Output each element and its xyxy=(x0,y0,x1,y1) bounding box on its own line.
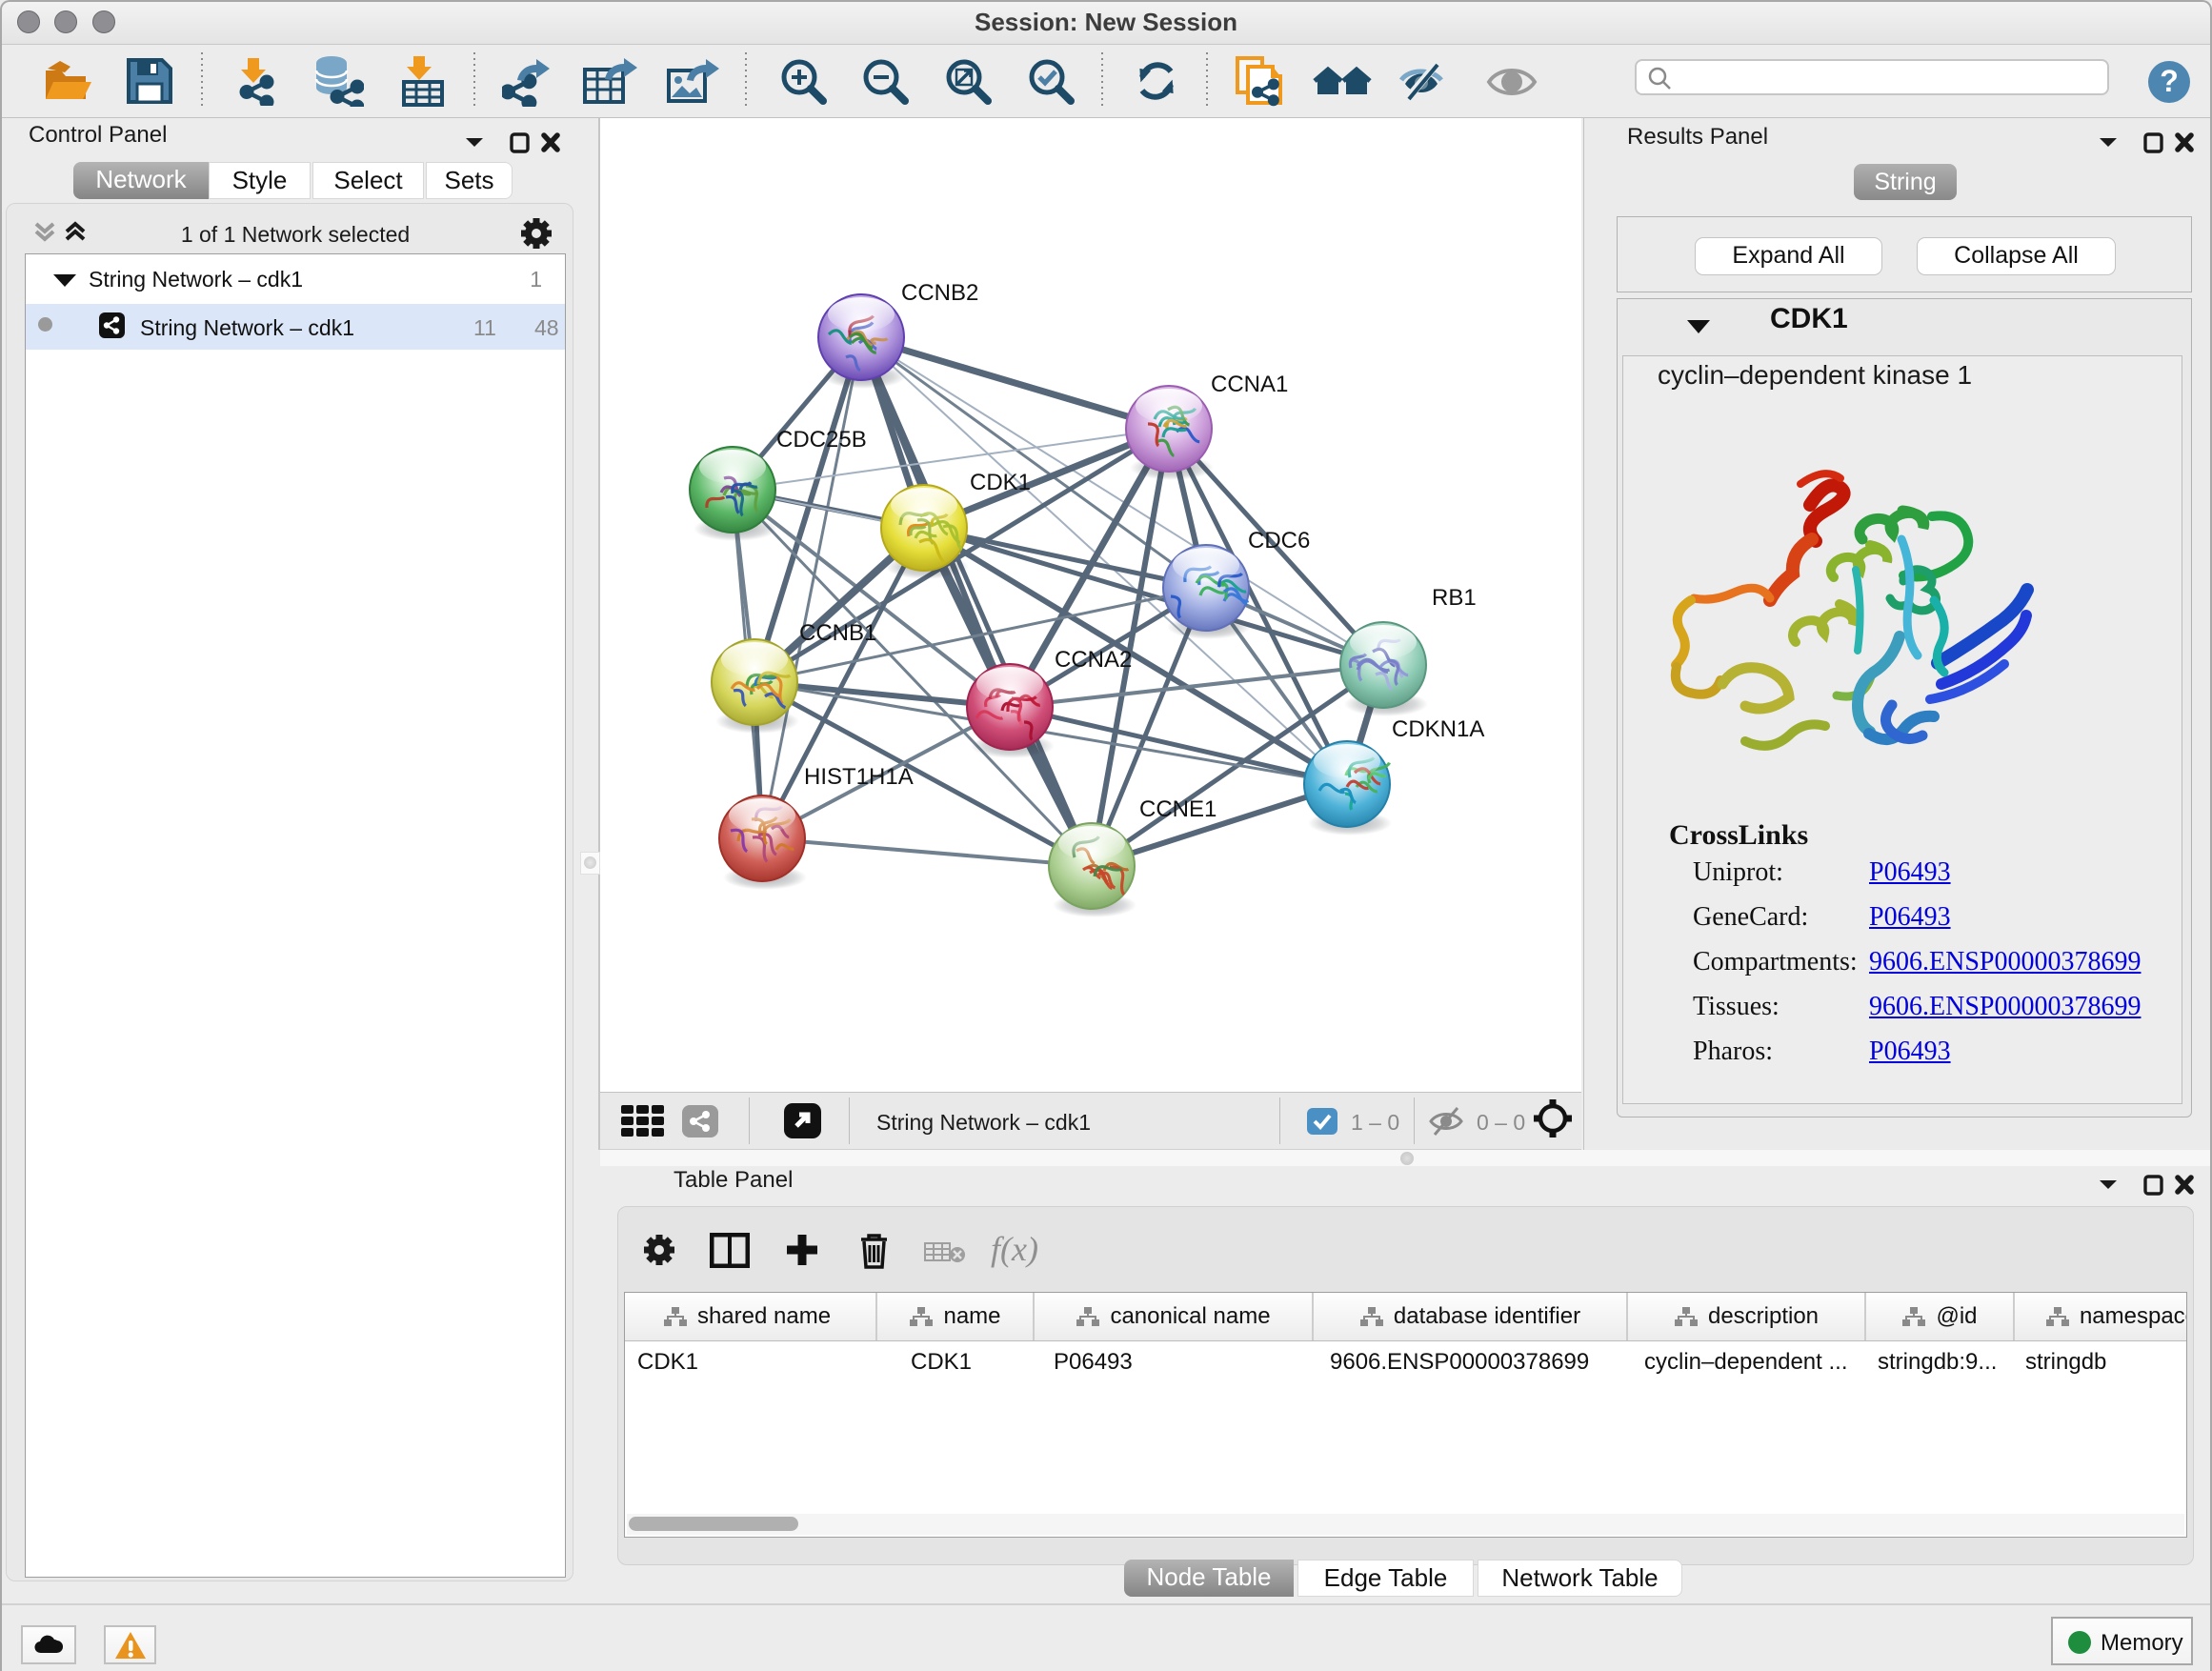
svg-text:CDC6: CDC6 xyxy=(1248,528,1310,554)
svg-text:CDC25B: CDC25B xyxy=(776,427,867,453)
svg-text:RB1: RB1 xyxy=(1432,585,1477,611)
svg-text:?: ? xyxy=(2160,64,2179,98)
svg-text:CCNA1: CCNA1 xyxy=(1211,372,1288,397)
svg-text:CDK1: CDK1 xyxy=(970,470,1031,495)
svg-text:CCNB2: CCNB2 xyxy=(901,280,978,306)
svg-text:HIST1H1A: HIST1H1A xyxy=(804,764,914,790)
svg-text:CCNA2: CCNA2 xyxy=(1055,647,1132,673)
svg-text:CDKN1A: CDKN1A xyxy=(1392,716,1484,742)
svg-text:CCNE1: CCNE1 xyxy=(1139,796,1217,822)
svg-text:CCNB1: CCNB1 xyxy=(799,620,876,646)
